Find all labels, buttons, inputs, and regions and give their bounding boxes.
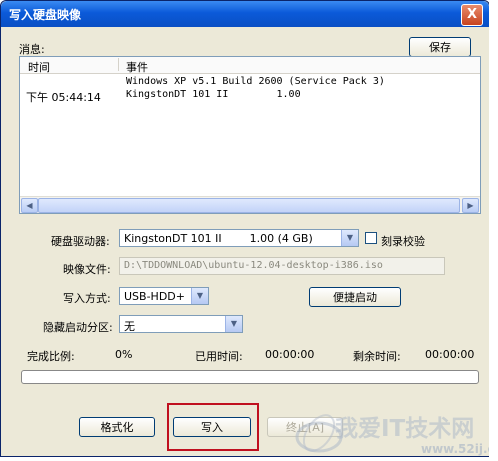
watermark-text: 我爱IT技术网 [335, 416, 475, 442]
progress-bar [21, 370, 479, 384]
elapsed-value: 00:00:00 [265, 348, 315, 361]
drive-label: 硬盘驱动器: [51, 235, 110, 248]
highlight-box [167, 403, 259, 451]
hidden-partition-label: 隐藏启动分区: [43, 321, 113, 334]
chevron-down-icon[interactable]: ▼ [341, 230, 358, 246]
remaining-value: 00:00:00 [425, 348, 475, 361]
title-bar[interactable]: 写入硬盘映像 X [1, 1, 489, 27]
chevron-down-icon[interactable]: ▼ [191, 288, 208, 304]
verify-label[interactable]: 刻录校验 [381, 233, 425, 249]
save-button[interactable]: 保存 [409, 37, 471, 57]
image-file-label: 映像文件: [63, 263, 111, 276]
format-button[interactable]: 格式化 [79, 417, 155, 437]
column-header-event[interactable]: 事件 [126, 59, 148, 75]
image-file-field[interactable]: D:\TDDOWNLOAD\ubuntu-12.04-desktop-i386.… [119, 257, 445, 275]
window-title: 写入硬盘映像 [9, 8, 82, 22]
quick-boot-button[interactable]: 便捷启动 [309, 287, 401, 307]
background-strip [489, 0, 498, 461]
column-header-time[interactable]: 时间 [28, 59, 50, 75]
drive-select[interactable]: KingstonDT 101 II 1.00 (4 GB) ▼ [119, 229, 359, 247]
hidden-partition-select[interactable]: 无 ▼ [119, 315, 243, 333]
scroll-right-icon[interactable]: ▶ [462, 198, 479, 213]
log-header: 时间 事件 [20, 57, 480, 74]
log-list[interactable]: 时间 事件 Windows XP v5.1 Build 2600 (Servic… [19, 56, 481, 214]
drive-select-value: KingstonDT 101 II 1.00 (4 GB) [124, 232, 313, 245]
scroll-left-icon[interactable]: ◀ [21, 198, 38, 213]
watermark: 我爱IT技术网 www.52ij.com [291, 401, 489, 456]
log-row-event: Windows XP v5.1 Build 2600 (Service Pack… [126, 76, 385, 87]
write-mode-label: 写入方式: [63, 292, 111, 305]
percent-label: 完成比例: [27, 350, 75, 363]
hidden-partition-value: 无 [124, 320, 135, 333]
image-file-path: D:\TDDOWNLOAD\ubuntu-12.04-desktop-i386.… [124, 260, 383, 271]
write-disk-image-dialog: 写入硬盘映像 X 消息: 保存 时间 事件 Windows XP v5.1 Bu… [0, 0, 490, 457]
horizontal-scrollbar[interactable]: ◀ ▶ [20, 196, 480, 213]
log-row-event: KingstonDT 101 II 1.00 [126, 89, 301, 100]
close-button[interactable]: X [461, 4, 483, 26]
write-mode-select[interactable]: USB-HDD+ ▼ [119, 287, 209, 305]
log-label: 消息: [19, 43, 45, 56]
log-row-time: 下午 05:44:14 [26, 91, 101, 104]
percent-value: 0% [115, 348, 133, 361]
remaining-label: 剩余时间: [353, 350, 401, 363]
elapsed-label: 已用时间: [195, 350, 243, 363]
chevron-down-icon[interactable]: ▼ [225, 316, 242, 332]
watermark-url: www.52ij.com [421, 442, 489, 456]
column-divider[interactable] [118, 58, 119, 71]
verify-checkbox[interactable] [365, 232, 377, 244]
scrollbar-thumb[interactable] [38, 198, 460, 213]
write-mode-value: USB-HDD+ [124, 290, 185, 303]
